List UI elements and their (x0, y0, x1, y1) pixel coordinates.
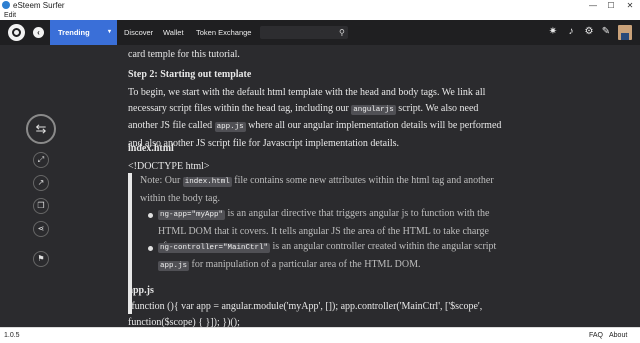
share-icon: ⋖ (37, 224, 45, 233)
minimize-button[interactable]: — (586, 0, 600, 11)
app-logo-icon (2, 1, 10, 9)
nav-discover[interactable]: Discover (124, 20, 153, 45)
tab-trending[interactable]: Trending ▾ (50, 20, 117, 45)
expand-button[interactable]: ⤢ (33, 152, 49, 168)
bell-icon[interactable]: ♪ (565, 26, 577, 38)
code-line: (function (){ var app = angular.module('… (128, 301, 483, 328)
open-external-button[interactable]: ↗ (33, 175, 49, 191)
bullet-dot (148, 213, 153, 218)
close-button[interactable]: ✕ (623, 0, 637, 11)
copy-button[interactable]: ❐ (33, 198, 49, 214)
pencil-icon[interactable]: ✎ (600, 26, 612, 38)
esteem-logo-icon[interactable] (8, 24, 25, 41)
inline-code: ng-app="myApp" (158, 210, 226, 220)
avatar[interactable] (618, 25, 632, 40)
status-bar: 1.0.5 FAQ About (0, 327, 640, 343)
about-link[interactable]: About (609, 328, 627, 343)
template-paragraph: To begin, we start with the default html… (128, 87, 502, 149)
tab-trending-label: Trending (58, 28, 90, 37)
reblog-icon: ⇆ (35, 121, 47, 136)
external-link-icon: ↗ (37, 178, 45, 187)
faq-link[interactable]: FAQ (589, 328, 603, 343)
copy-icon: ❐ (37, 201, 45, 210)
bullet-dot (148, 246, 153, 251)
index-html-heading: index.html (128, 143, 174, 154)
window-title: eSteem Surfer (13, 1, 65, 10)
title-bar: eSteem Surfer — ☐ ✕ (0, 0, 640, 11)
inline-code: index.html (182, 177, 232, 187)
step2-heading: Step 2: Starting out template (128, 69, 252, 80)
flag-button[interactable]: ⚑ (33, 251, 49, 267)
nav-wallet[interactable]: Wallet (163, 20, 184, 45)
intro-tail-text: card temple for this tutorial. (128, 49, 240, 60)
inline-code: angularjs (351, 104, 396, 115)
gear-icon[interactable]: ⚙ (583, 26, 595, 38)
nav-bar: ‹ Trending ▾ Discover Wallet Token Excha… (0, 20, 640, 45)
note-text: Note: Our index.html file contains some … (140, 175, 494, 204)
version-label: 1.0.5 (4, 332, 20, 339)
share-button[interactable]: ⋖ (33, 221, 49, 237)
back-button[interactable]: ‹ (33, 27, 44, 38)
sun-icon[interactable]: ✷ (547, 26, 559, 38)
search-icon[interactable]: ⚲ (339, 26, 345, 39)
nav-token-exchange[interactable]: Token Exchange (196, 20, 251, 45)
inline-code: app.js (158, 260, 190, 271)
inline-code: app.js (214, 122, 246, 132)
chevron-down-icon: ▾ (107, 29, 111, 35)
menu-edit[interactable]: Edit (4, 11, 16, 20)
reblog-button[interactable]: ⇆ (26, 114, 56, 144)
flag-icon: ⚑ (37, 254, 45, 263)
app-js-heading: app.js (128, 285, 154, 296)
list-item: ng-controller="MainCtrl" is an angular c… (158, 241, 497, 271)
expand-icon: ⤢ (37, 155, 45, 164)
maximize-button[interactable]: ☐ (604, 0, 618, 11)
search-input[interactable] (260, 26, 348, 39)
inline-code: ng-controller="MainCtrl" (158, 243, 271, 253)
